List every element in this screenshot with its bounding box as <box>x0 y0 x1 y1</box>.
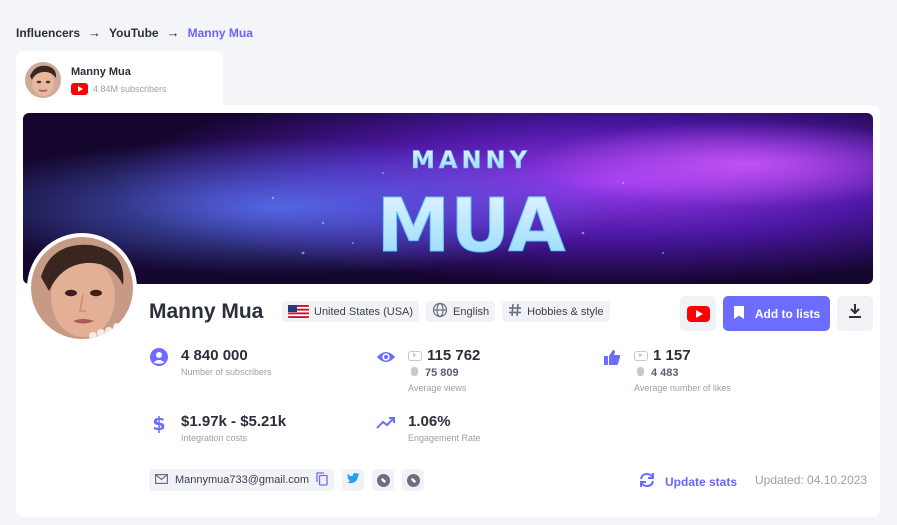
country-tag: United States (USA) <box>282 301 420 322</box>
download-button[interactable] <box>837 296 873 331</box>
twitter-icon <box>346 471 360 489</box>
subscribers-value: 4 840 000 <box>181 347 248 364</box>
banner-text-line1: MANNY <box>411 146 531 174</box>
refresh-icon <box>638 472 656 491</box>
stat-views: 115 762 75 809 Average views <box>376 347 480 393</box>
views-value: 115 762 <box>427 347 481 364</box>
engagement-label: Engagement Rate <box>408 433 481 443</box>
breadcrumb-separator: → <box>88 25 102 40</box>
user-circle-icon <box>149 347 169 367</box>
thumbs-up-icon <box>602 347 622 367</box>
tab-name: Manny Mua <box>71 65 131 78</box>
updated-date: Updated: 04.10.2023 <box>755 473 868 487</box>
views-label: Average views <box>408 383 467 393</box>
cost-value: $1.97k - $5.21k <box>181 413 287 430</box>
stat-engagement: 1.06% Engagement Rate <box>376 413 481 443</box>
shorts-icon <box>410 366 419 380</box>
external-link-1[interactable] <box>372 469 395 491</box>
email-value: Mannymua733@gmail.com <box>175 474 310 486</box>
update-stats-button[interactable]: Update stats <box>638 472 737 491</box>
profile-tags: United States (USA) English Hobbies & st… <box>282 301 610 322</box>
language-tag: English <box>426 301 496 322</box>
views-sub-value: 75 809 <box>425 367 459 379</box>
stat-integration-cost: $ $1.97k - $5.21k Integration costs <box>149 413 286 443</box>
category-tag: Hobbies & style <box>502 301 610 322</box>
engagement-value: 1.06% <box>408 413 451 430</box>
download-icon <box>848 303 862 324</box>
copy-icon[interactable] <box>316 471 328 489</box>
hashtag-icon <box>508 303 522 320</box>
cost-label: Integration costs <box>181 433 248 443</box>
stat-subscribers: 4 840 000 Number of subscribers <box>149 347 272 377</box>
contacts: Mannymua733@gmail.com <box>149 469 425 491</box>
country-label: United States (USA) <box>314 305 414 318</box>
stat-likes: 1 157 4 483 Average number of likes <box>602 347 731 393</box>
likes-value: 1 157 <box>653 347 691 364</box>
compass-icon <box>376 473 390 487</box>
youtube-icon <box>71 82 88 95</box>
twitter-link[interactable] <box>342 469 365 491</box>
us-flag-icon <box>288 305 309 318</box>
add-to-lists-label: Add to lists <box>754 306 821 321</box>
language-label: English <box>453 305 490 318</box>
email-chip[interactable]: Mannymua733@gmail.com <box>149 469 335 491</box>
tab-avatar <box>25 62 61 98</box>
trending-up-icon <box>376 413 396 433</box>
profile-card: MANNY MUA Manny Mua United States (USA) … <box>16 105 880 517</box>
subscribers-label: Number of subscribers <box>181 367 272 377</box>
globe-icon <box>432 302 448 321</box>
update-stats-label: Update stats <box>665 474 738 489</box>
likes-sub-value: 4 483 <box>651 367 679 379</box>
compass-icon <box>406 473 420 487</box>
external-link-2[interactable] <box>402 469 425 491</box>
profile-name: Manny Mua <box>149 300 264 323</box>
breadcrumb-influencers[interactable]: Influencers <box>16 26 80 40</box>
likes-label: Average number of likes <box>634 383 731 393</box>
breadcrumb-current: Manny Mua <box>187 25 253 40</box>
open-youtube-button[interactable] <box>680 296 716 331</box>
svg-text:$: $ <box>152 413 165 433</box>
youtube-outline-icon <box>634 350 648 361</box>
breadcrumb-separator: → <box>166 25 180 40</box>
youtube-icon <box>686 305 710 322</box>
profile-avatar <box>27 233 137 343</box>
eye-icon <box>376 347 396 367</box>
dollar-icon: $ <box>149 413 169 433</box>
shorts-icon <box>636 366 645 380</box>
tab-subscribers: 4.84M subscribers <box>93 83 167 94</box>
breadcrumb: Influencers → YouTube → Manny Mua <box>16 25 253 40</box>
add-to-lists-button[interactable]: Add to lists <box>723 296 830 331</box>
bookmark-icon <box>733 305 745 323</box>
profile-tab[interactable]: Manny Mua 4.84M subscribers <box>16 51 223 109</box>
category-label: Hobbies & style <box>527 305 604 318</box>
profile-actions: Add to lists <box>680 296 873 331</box>
channel-banner: MANNY MUA <box>23 113 873 284</box>
mail-icon <box>155 473 169 487</box>
banner-text-line2: MUA <box>377 183 566 269</box>
breadcrumb-youtube[interactable]: YouTube <box>109 26 159 40</box>
youtube-outline-icon <box>408 350 422 361</box>
